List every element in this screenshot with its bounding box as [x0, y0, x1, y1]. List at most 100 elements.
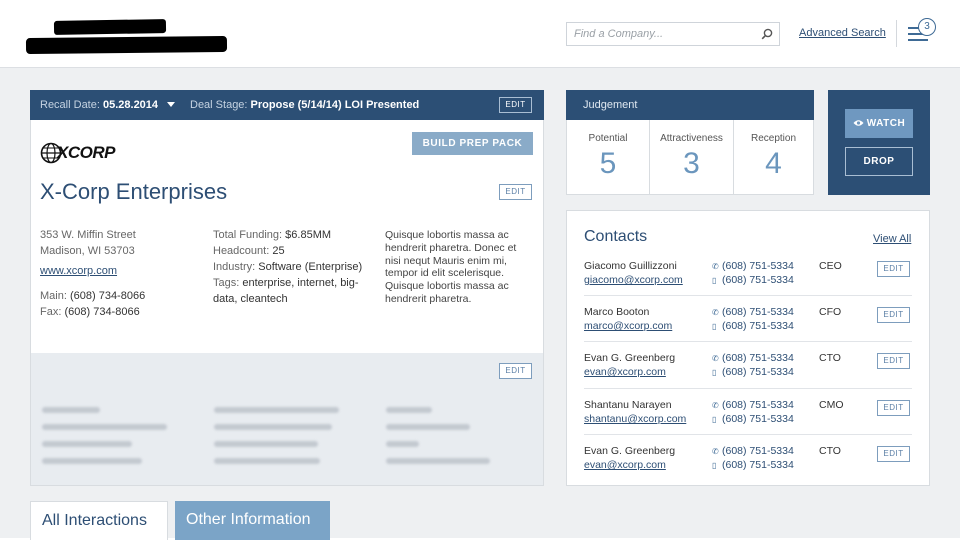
judgement-potential: Potential 5 [567, 120, 649, 194]
funding-value: $6.85MM [285, 229, 332, 241]
edit-contact-button[interactable]: EDIT [877, 446, 910, 462]
build-prep-pack-button[interactable]: BUILD PREP PACK [412, 132, 533, 155]
judgement-title: Judgement [566, 90, 814, 120]
contact-mobile[interactable]: ▯ (608) 751-5334 [712, 459, 794, 471]
judgement-reception: Reception 4 [734, 120, 813, 194]
mobile-icon: ▯ [712, 461, 717, 470]
contact-row: Evan G. Greenberg evan@xcorp.com ✆ (608) … [584, 445, 912, 491]
contact-role: CTO [819, 445, 841, 457]
contact-email-link[interactable]: evan@xcorp.com [584, 459, 666, 471]
watch-button[interactable]: WATCH [845, 109, 913, 138]
contact-phone-number: (608) 751-5334 [722, 445, 794, 457]
deal-stage-label: Deal Stage: [190, 99, 248, 111]
contact-role: CEO [819, 260, 842, 272]
judgement-score: 4 [765, 147, 782, 180]
company-stats: Total Funding: $6.85MM Headcount: 25 Ind… [213, 227, 373, 307]
company-website-link[interactable]: www.xcorp.com [40, 263, 117, 279]
contact-name: Giacomo Guillizzoni [584, 260, 677, 272]
contact-row: Evan G. Greenberg evan@xcorp.com ✆ (608) … [584, 352, 912, 398]
edit-company-name-button[interactable]: EDIT [499, 184, 532, 200]
chevron-down-icon[interactable] [167, 102, 176, 107]
contact-role: CTO [819, 352, 841, 364]
contact-email-link[interactable]: giacomo@xcorp.com [584, 274, 683, 286]
edit-contact-button[interactable]: EDIT [877, 261, 910, 277]
contact-email-link[interactable]: shantanu@xcorp.com [584, 413, 686, 425]
headcount-label: Headcount: [213, 245, 270, 257]
tab-other-information[interactable]: Other Information [175, 501, 330, 540]
main-phone-label: Main: [40, 290, 67, 302]
search-input[interactable] [567, 23, 757, 45]
contact-name: Evan G. Greenberg [584, 445, 676, 457]
blurred-column-1 [42, 407, 182, 464]
edit-contact-button[interactable]: EDIT [877, 400, 910, 416]
mobile-icon: ▯ [712, 322, 717, 331]
company-address: 353 W. Miffin Street Madison, WI 53703 [40, 227, 136, 259]
company-status-bar: Recall Date: 05.28.2014 Deal Stage: Prop… [30, 90, 544, 120]
contact-name: Shantanu Narayen [584, 399, 672, 411]
drop-button[interactable]: DROP [845, 147, 913, 176]
contact-phone-number: (608) 751-5334 [722, 306, 794, 318]
contact-phone-number: (608) 751-5334 [722, 352, 794, 364]
phone-icon: ✆ [712, 262, 719, 271]
contact-email-link[interactable]: evan@xcorp.com [584, 366, 666, 378]
edit-deal-button[interactable]: EDIT [499, 97, 532, 113]
notification-badge[interactable]: 3 [918, 18, 936, 36]
industry-value: Software (Enterprise) [258, 261, 363, 273]
mobile-icon: ▯ [712, 415, 717, 424]
tab-all-interactions[interactable]: All Interactions [30, 501, 168, 540]
contact-phone[interactable]: ✆ (608) 751-5334 [712, 352, 794, 364]
judgement-label: Attractiveness [660, 133, 723, 144]
contact-mobile-number: (608) 751-5334 [722, 274, 794, 286]
contact-name: Evan G. Greenberg [584, 352, 676, 364]
phone-icon: ✆ [712, 308, 719, 317]
contact-divider [584, 295, 912, 296]
view-all-contacts-link[interactable]: View All [873, 233, 911, 245]
contact-mobile[interactable]: ▯ (608) 751-5334 [712, 366, 794, 378]
contact-mobile[interactable]: ▯ (608) 751-5334 [712, 320, 794, 332]
company-search [566, 22, 780, 46]
fax-phone: (608) 734-8066 [64, 306, 140, 318]
watch-panel [828, 90, 930, 195]
address-line-1: 353 W. Miffin Street [40, 229, 136, 241]
judgement-score: 3 [683, 147, 700, 180]
judgement-label: Reception [750, 133, 797, 144]
contact-role: CMO [819, 399, 844, 411]
company-description: Quisque lobortis massa ac hendrerit phar… [385, 229, 517, 305]
advanced-search-link[interactable]: Advanced Search [799, 27, 886, 39]
judgement-attractiveness: Attractiveness 3 [650, 120, 733, 194]
contact-mobile-number: (608) 751-5334 [722, 459, 794, 471]
contact-phone[interactable]: ✆ (608) 751-5334 [712, 260, 794, 272]
recall-date-label: Recall Date: [40, 99, 100, 111]
edit-details-button[interactable]: EDIT [499, 363, 532, 379]
contact-phone[interactable]: ✆ (608) 751-5334 [712, 399, 794, 411]
tags-label: Tags: [213, 277, 240, 289]
contact-mobile-number: (608) 751-5334 [722, 413, 794, 425]
contact-row: Shantanu Narayen shantanu@xcorp.com ✆ (60… [584, 399, 912, 445]
blurred-column-3 [386, 407, 526, 464]
phone-icon: ✆ [712, 354, 719, 363]
contact-email-link[interactable]: marco@xcorp.com [584, 320, 672, 332]
industry-label: Industry: [213, 261, 256, 273]
phone-icon: ✆ [712, 401, 719, 410]
mobile-icon: ▯ [712, 368, 717, 377]
deal-stage: Deal Stage: Propose (5/14/14) LOI Presen… [190, 99, 419, 111]
contact-phone[interactable]: ✆ (608) 751-5334 [712, 306, 794, 318]
judgement-label: Potential [588, 133, 628, 144]
search-icon[interactable] [761, 28, 773, 40]
fax-label: Fax: [40, 306, 62, 318]
contact-divider [584, 341, 912, 342]
contact-mobile-number: (608) 751-5334 [722, 320, 794, 332]
recall-date[interactable]: Recall Date: 05.28.2014 [40, 99, 176, 111]
address-line-2: Madison, WI 53703 [40, 245, 135, 257]
contact-phone[interactable]: ✆ (608) 751-5334 [712, 445, 794, 457]
contact-mobile[interactable]: ▯ (608) 751-5334 [712, 274, 794, 286]
contacts-title: Contacts [584, 228, 648, 245]
contact-name: Marco Booton [584, 306, 650, 318]
contact-phone-number: (608) 751-5334 [722, 260, 794, 272]
edit-contact-button[interactable]: EDIT [877, 353, 910, 369]
contact-row: Giacomo Guillizzoni giacomo@xcorp.com ✆(… [584, 260, 912, 306]
mobile-icon: ▯ [712, 276, 717, 285]
judgement-score: 5 [599, 147, 617, 180]
contact-mobile[interactable]: ▯ (608) 751-5334 [712, 413, 794, 425]
edit-contact-button[interactable]: EDIT [877, 307, 910, 323]
